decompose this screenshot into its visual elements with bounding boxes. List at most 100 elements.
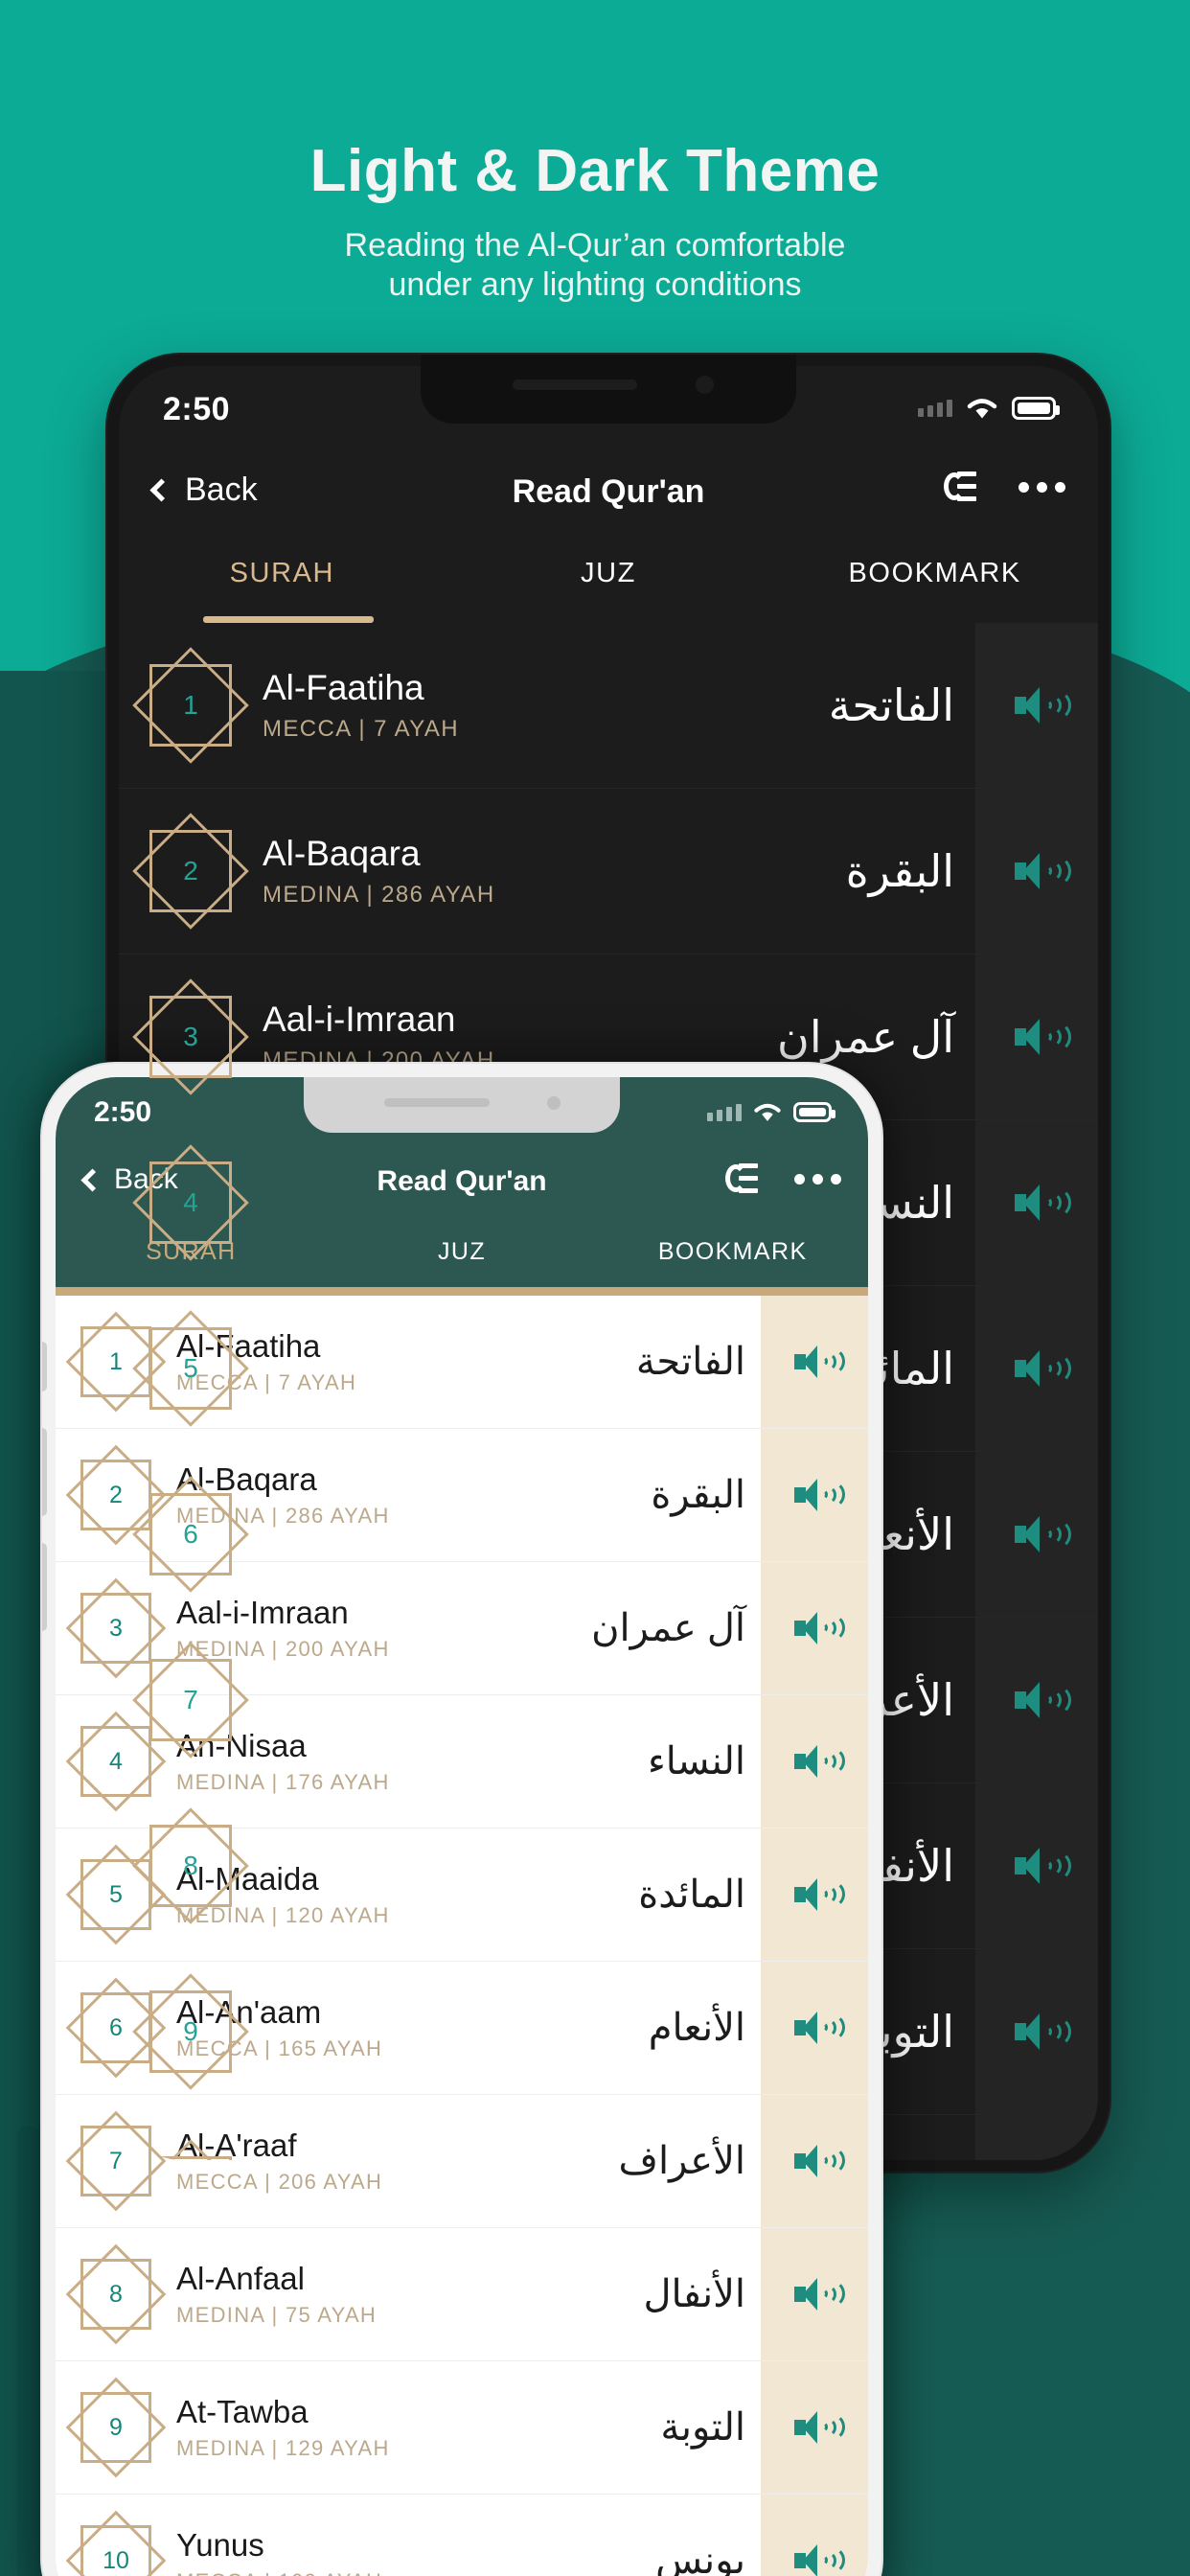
surah-meta: MEDINA | 286 AYAH [263, 882, 495, 908]
battery-icon [1012, 397, 1060, 420]
speaker-icon[interactable] [1015, 1681, 1071, 1719]
surah-name: Al-A'raaf [176, 2128, 297, 2163]
sort-list-icon[interactable] [725, 1163, 758, 1194]
surah-meta: MECCA | 109 AYAH [176, 2569, 655, 2576]
sort-list-icon[interactable] [944, 472, 976, 502]
speaker-icon[interactable] [794, 1744, 845, 1779]
speaker-icon[interactable] [1015, 1018, 1071, 1056]
tab-juz[interactable]: JUZ [327, 1227, 598, 1296]
audio-play-cell[interactable] [761, 2495, 868, 2576]
tab-surah[interactable]: SURAH [119, 542, 446, 623]
surah-text-cell: Aal-i-Imraan MEDINA | 200 AYAH [176, 1595, 591, 1662]
tab-juz[interactable]: JUZ [446, 542, 772, 623]
audio-play-cell[interactable] [975, 2115, 1098, 2160]
surah-arabic-name: البقرة [845, 846, 954, 896]
surah-number-badge: 6 [65, 1977, 167, 2079]
audio-play-cell[interactable] [761, 1828, 868, 1961]
speaker-icon[interactable] [794, 2011, 845, 2045]
audio-play-cell[interactable] [761, 2095, 868, 2227]
mute-switch[interactable] [42, 1342, 47, 1392]
surah-meta: MEDINA | 129 AYAH [176, 2436, 390, 2460]
speaker-icon[interactable] [1015, 1349, 1071, 1388]
audio-play-cell[interactable] [761, 1695, 868, 1828]
tab-label: BOOKMARK [657, 1238, 808, 1265]
speaker-icon[interactable] [794, 2410, 845, 2445]
more-horizontal-icon[interactable] [1018, 481, 1065, 493]
badge-cell: 3 [56, 1577, 176, 1679]
dark-phone-notch [421, 355, 796, 424]
speaker-icon[interactable] [1015, 686, 1071, 724]
audio-play-cell[interactable] [975, 1120, 1098, 1285]
surah-arabic-name: النساء [647, 1740, 745, 1782]
surah-arabic-name: الأعراف [618, 2140, 745, 2182]
battery-icon [793, 1102, 835, 1122]
audio-play-cell[interactable] [975, 789, 1098, 954]
surah-name: Aal-i-Imraan [263, 1000, 456, 1039]
front-camera-icon [547, 1096, 561, 1110]
surah-name: Al-Baqara [263, 834, 421, 873]
audio-play-cell[interactable] [975, 1783, 1098, 1948]
audio-play-cell[interactable] [761, 2361, 868, 2494]
surah-number-badge: 1 [132, 647, 249, 764]
surah-number: 9 [109, 2413, 123, 2441]
surah-arabic-name: آل عمران [777, 1012, 954, 1062]
surah-list-item[interactable]: 2 Al-Baqara MEDINA | 286 AYAH البقرة [119, 789, 1098, 954]
surah-number-badge: 5 [65, 1844, 167, 1945]
surah-arabic-name: الفاتحة [828, 680, 954, 730]
audio-play-cell[interactable] [761, 1562, 868, 1694]
audio-play-cell[interactable] [975, 1949, 1098, 2114]
speaker-icon[interactable] [1015, 2012, 1071, 2051]
audio-play-cell[interactable] [975, 1618, 1098, 1782]
wifi-icon [967, 399, 997, 419]
speaker-icon[interactable] [794, 1877, 845, 1912]
speaker-icon[interactable] [794, 1611, 845, 1645]
tab-bookmark[interactable]: BOOKMARK [771, 542, 1098, 623]
surah-list-item[interactable]: 8 Al-Anfaal MEDINA | 75 AYAH الأنفال [56, 2228, 868, 2361]
speaker-icon[interactable] [1015, 1184, 1071, 1222]
speaker-icon[interactable] [1015, 852, 1071, 890]
audio-play-cell[interactable] [761, 1962, 868, 2094]
earpiece-speaker-icon [513, 380, 637, 390]
speaker-icon[interactable] [1015, 1847, 1071, 1885]
surah-meta: MEDINA | 120 AYAH [176, 1903, 390, 1927]
volume-down-button[interactable] [42, 1543, 47, 1631]
speaker-icon[interactable] [794, 2144, 845, 2178]
light-theme-phone-mockup: 2:50 Back Read Qur'an SURAH JUZ BOOKMARK… [40, 1062, 883, 2576]
speaker-icon[interactable] [794, 2277, 845, 2312]
audio-play-cell[interactable] [975, 1286, 1098, 1451]
surah-arabic-name: الأنفال [643, 2273, 745, 2315]
tab-label: BOOKMARK [848, 558, 1021, 588]
speaker-icon[interactable] [794, 1345, 845, 1379]
audio-play-cell[interactable] [975, 954, 1098, 1119]
speaker-icon[interactable] [794, 1478, 845, 1512]
surah-arabic-name: الأنعام [648, 2007, 745, 2049]
speaker-icon[interactable] [794, 2543, 845, 2576]
audio-play-cell[interactable] [761, 1429, 868, 1561]
surah-list-item[interactable]: 9 At-Tawba MEDINA | 129 AYAH التوبة [56, 2361, 868, 2495]
surah-list-item[interactable]: 1 Al-Faatiha MECCA | 7 AYAH الفاتحة [119, 623, 1098, 789]
volume-up-button[interactable] [42, 1428, 47, 1516]
audio-play-cell[interactable] [761, 2228, 868, 2360]
surah-list-item[interactable]: 7 Al-A'raaf MECCA | 206 AYAH الأعراف [56, 2095, 868, 2228]
surah-number-badge: 4 [132, 1144, 249, 1261]
tab-bookmark[interactable]: BOOKMARK [597, 1227, 868, 1296]
nav-actions [725, 1163, 841, 1194]
surah-meta: MECCA | 7 AYAH [263, 716, 460, 742]
surah-arabic-name: التوبة [660, 2406, 745, 2449]
dark-nav-bar: Back Read Qur'an [119, 450, 1098, 542]
more-horizontal-icon[interactable] [794, 1173, 841, 1184]
earpiece-speaker-icon [384, 1098, 490, 1107]
surah-number-badge: 4 [65, 1711, 167, 1812]
surah-meta: MEDINA | 75 AYAH [176, 2303, 378, 2327]
surah-list-item[interactable]: 10 Yunus MECCA | 109 AYAHيونس [56, 2495, 868, 2576]
surah-number-badge: 8 [65, 2243, 167, 2345]
promo-subheadline-line-1: Reading the Al-Qur’an comfortable [344, 227, 846, 264]
tab-label: SURAH [229, 558, 335, 588]
badge-cell: 1 [119, 647, 263, 764]
speaker-icon[interactable] [1015, 1515, 1071, 1553]
audio-play-cell[interactable] [975, 1452, 1098, 1617]
surah-arabic-name: البقرة [651, 1474, 745, 1516]
audio-play-cell[interactable] [975, 623, 1098, 788]
audio-play-cell[interactable] [761, 1296, 868, 1428]
surah-number: 6 [109, 2013, 123, 2041]
